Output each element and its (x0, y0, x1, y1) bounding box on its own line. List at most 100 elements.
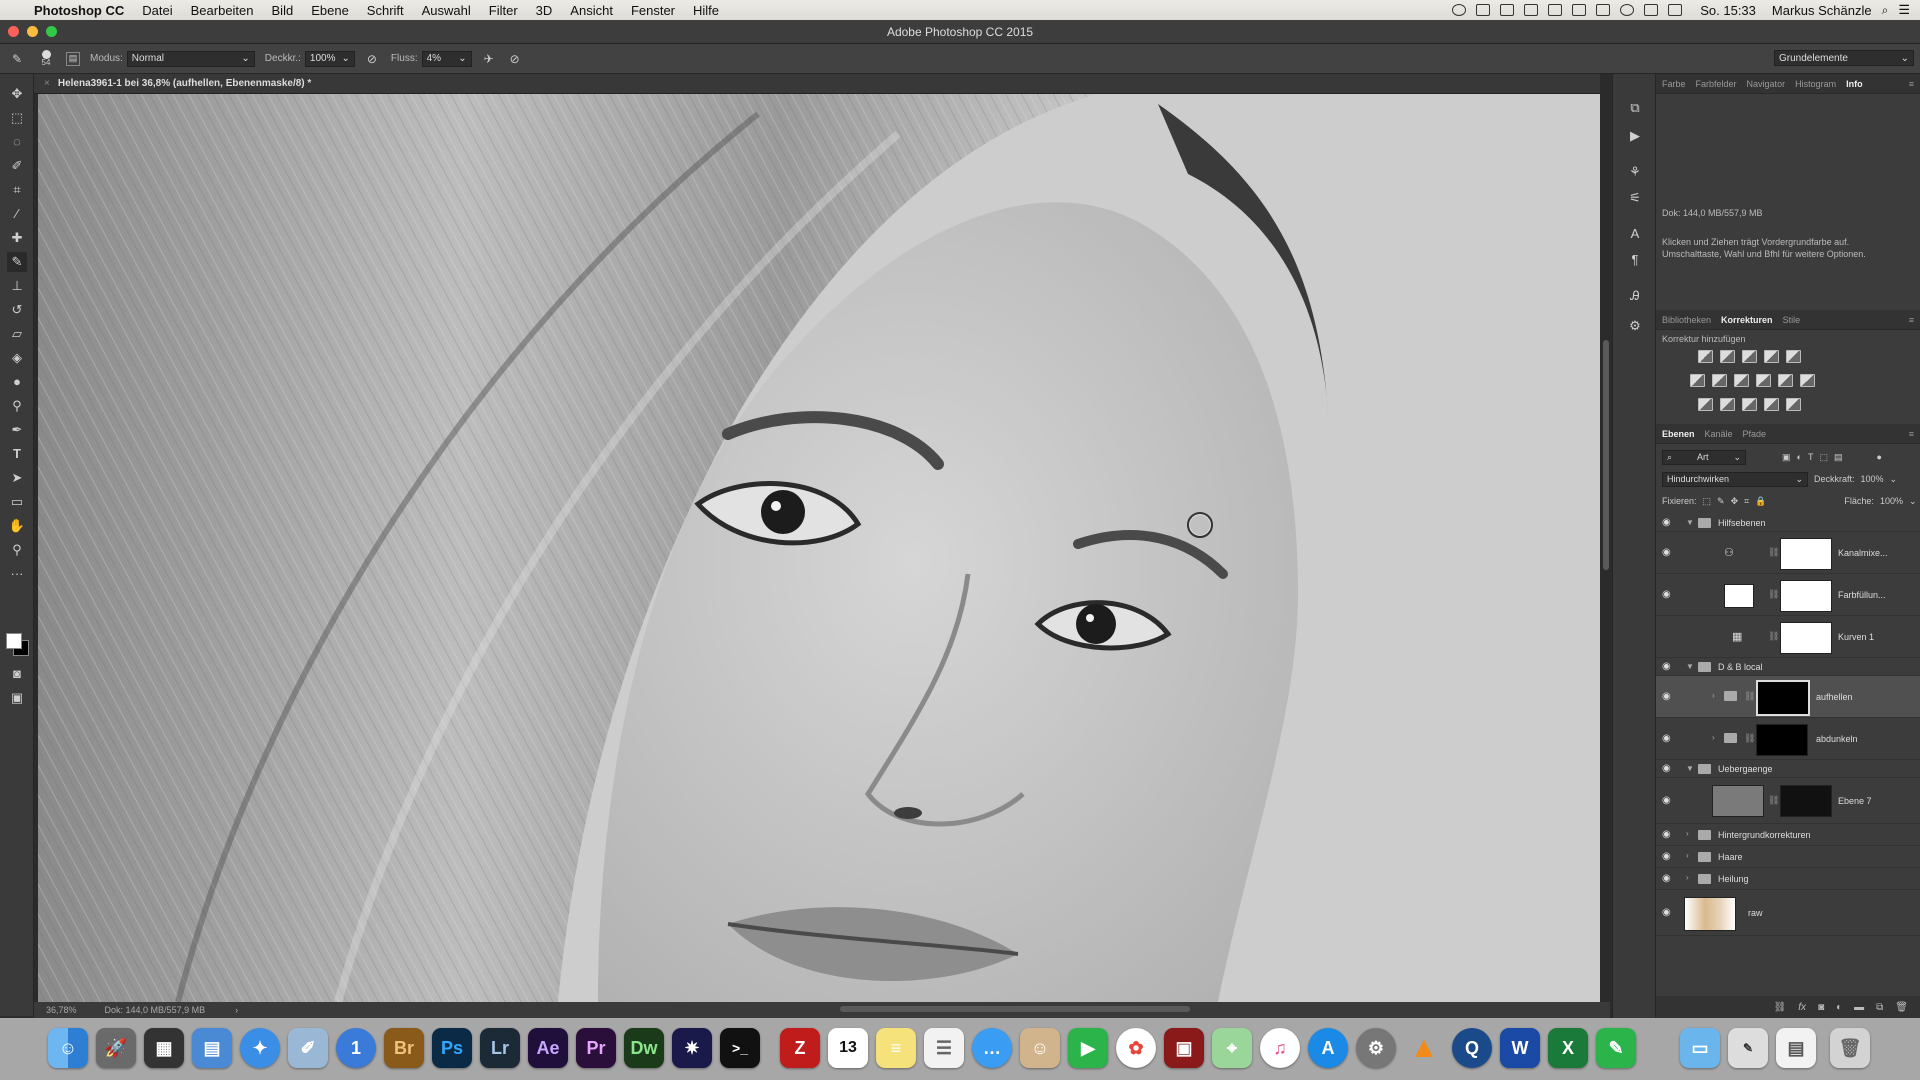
layer-mask-thumbnail[interactable] (1780, 622, 1832, 654)
zoom-level[interactable]: 36,78% (46, 1005, 77, 1015)
tab-ebenen[interactable]: Ebenen (1662, 429, 1695, 439)
layer-row-abdunkeln[interactable]: ◉ › ⛓ abdunkeln (1656, 718, 1920, 760)
link-icon[interactable]: ⛓ (1768, 631, 1779, 642)
notification-center-icon[interactable]: ☰ (1898, 2, 1910, 18)
lock-image-icon[interactable]: ✎ (1717, 496, 1725, 507)
filter-shape-icon[interactable]: ⬚ (1819, 452, 1828, 463)
visibility-eye-icon[interactable]: ◉ (1662, 851, 1671, 862)
evernote-icon[interactable]: ✎ (1596, 1028, 1636, 1068)
color-balance-icon[interactable] (1712, 374, 1727, 387)
safari-icon[interactable]: ✦ (240, 1028, 280, 1068)
brush-panel-icon[interactable]: ▤ (66, 51, 80, 66)
marquee-tool-icon[interactable]: ⬚ (7, 108, 27, 128)
visibility-eye-icon[interactable]: ◉ (1662, 795, 1671, 806)
tab-histogram[interactable]: Histogram (1795, 79, 1836, 89)
document-size[interactable]: Dok: 144,0 MB/557,9 MB (105, 1005, 206, 1015)
dropbox-icon[interactable] (1476, 4, 1491, 16)
contacts-icon[interactable]: ☺ (1020, 1028, 1060, 1068)
messages-icon[interactable]: … (972, 1028, 1012, 1068)
channel-mixer-icon[interactable] (1778, 374, 1793, 387)
facetime-icon[interactable]: ▶ (1068, 1028, 1108, 1068)
layer-opacity-value[interactable]: 100% (1861, 474, 1884, 484)
menu-bearbeiten[interactable]: Bearbeiten (191, 3, 254, 18)
visibility-eye-icon[interactable]: ◉ (1662, 589, 1671, 600)
visibility-eye-icon[interactable]: ◉ (1662, 763, 1671, 774)
notes-icon[interactable]: ≡ (876, 1028, 916, 1068)
type-tool-icon[interactable]: T (7, 444, 27, 464)
more-tools-icon[interactable]: ··· (7, 564, 27, 584)
mode-select[interactable]: Normal ⌄ (126, 50, 255, 67)
photo-filter-icon[interactable] (1756, 374, 1771, 387)
visibility-eye-icon[interactable]: ◉ (1662, 547, 1671, 558)
curves-icon[interactable] (1742, 350, 1757, 363)
photoshop-icon[interactable]: Ps (432, 1028, 472, 1068)
terminal-icon[interactable]: >_ (720, 1028, 760, 1068)
folder-expanded-icon[interactable]: ▼ (1686, 764, 1694, 773)
layer-row-uebergaenge[interactable]: ◉ ▼ Uebergaenge (1656, 760, 1920, 778)
filezilla-icon[interactable]: Z (780, 1028, 820, 1068)
link-icon[interactable]: ⛓ (1768, 795, 1779, 806)
tab-stile[interactable]: Stile (1783, 315, 1801, 325)
workspace-select[interactable]: Grundelemente ⌄ (1774, 50, 1914, 66)
fill-value[interactable]: 100% (1880, 496, 1903, 506)
calendar-icon[interactable]: 13 (828, 1028, 868, 1068)
chevron-right-icon[interactable]: › (235, 1005, 238, 1015)
exposure-icon[interactable] (1764, 350, 1779, 363)
history-brush-tool-icon[interactable]: ↺ (7, 300, 27, 320)
layer-row-hilfsebenen[interactable]: ◉ ▼ Hilfsebenen (1656, 514, 1920, 532)
brush-tool-icon[interactable]: ✎ (8, 50, 26, 68)
canvas[interactable] (38, 94, 1600, 1002)
menu-hilfe[interactable]: Hilfe (693, 3, 719, 18)
crop-tool-icon[interactable]: ⌗ (7, 180, 27, 200)
visibility-eye-icon[interactable]: ◉ (1662, 873, 1671, 884)
photos-icon[interactable]: ✿ (1116, 1028, 1156, 1068)
trash-icon[interactable]: 🗑 (1895, 1002, 1908, 1013)
imovie-icon[interactable]: ✷ (672, 1028, 712, 1068)
new-layer-icon[interactable]: ⧉ (1876, 1002, 1883, 1013)
filter-toggle-icon[interactable]: ● (1876, 452, 1881, 462)
record-icon[interactable] (1452, 4, 1467, 16)
tab-pfade[interactable]: Pfade (1743, 429, 1767, 439)
dodge-tool-icon[interactable]: ⚲ (7, 396, 27, 416)
hand-tool-icon[interactable]: ✋ (7, 516, 27, 536)
glyphs-panel-icon[interactable]: Ꭿ (1625, 286, 1645, 306)
lock-position-icon[interactable]: ✥ (1731, 496, 1739, 507)
color-lookup-icon[interactable] (1800, 374, 1815, 387)
wifi-icon[interactable] (1644, 4, 1659, 16)
launchpad-icon[interactable]: 🚀 (96, 1028, 136, 1068)
brush-preset-picker[interactable]: 54 (34, 50, 58, 68)
move-tool-icon[interactable]: ✥ (7, 84, 27, 104)
system-preferences-icon[interactable]: ⚙ (1356, 1028, 1396, 1068)
close-document-icon[interactable]: × (44, 78, 50, 89)
reminders-icon[interactable]: ☰ (924, 1028, 964, 1068)
app-store-icon[interactable]: A (1308, 1028, 1348, 1068)
airplay-icon[interactable] (1596, 4, 1611, 16)
document-tab[interactable]: × Helena3961-1 bei 36,8% (aufhellen, Ebe… (34, 74, 1600, 94)
levels-icon[interactable] (1720, 350, 1735, 363)
visibility-eye-icon[interactable]: ◉ (1662, 517, 1671, 528)
layer-row-farbfuellung[interactable]: ◉ ⛓ Farbfüllun... (1656, 574, 1920, 616)
layer-thumbnail[interactable] (1712, 785, 1764, 817)
after-effects-icon[interactable]: Ae (528, 1028, 568, 1068)
menu-filter[interactable]: Filter (489, 3, 518, 18)
layer-style-icon[interactable]: fx (1798, 1002, 1806, 1013)
folder-collapsed-icon[interactable]: › (1712, 691, 1715, 700)
folder-collapsed-icon[interactable]: › (1686, 829, 1689, 838)
tab-navigator[interactable]: Navigator (1747, 79, 1786, 89)
vibrance-icon[interactable] (1786, 350, 1801, 363)
layer-mask-thumbnail[interactable] (1756, 680, 1810, 716)
folder-expanded-icon[interactable]: ▼ (1686, 518, 1694, 527)
photo-booth-icon[interactable]: ▣ (1164, 1028, 1204, 1068)
tab-bibliotheken[interactable]: Bibliotheken (1662, 315, 1711, 325)
character-panel-icon[interactable]: A (1625, 224, 1645, 244)
mission-control-icon[interactable]: ▦ (144, 1028, 184, 1068)
paragraph-panel-icon[interactable]: ¶ (1625, 250, 1645, 270)
filter-smart-object-icon[interactable]: ▤ (1834, 452, 1843, 463)
1password-icon[interactable]: 1 (336, 1028, 376, 1068)
menu-ansicht[interactable]: Ansicht (570, 3, 613, 18)
selective-color-icon[interactable] (1764, 398, 1779, 411)
airbrush-icon[interactable]: ✈ (480, 50, 498, 68)
blur-tool-icon[interactable]: ● (7, 372, 27, 392)
foreground-color-swatch[interactable] (6, 633, 22, 649)
layer-row-hintergrundkorrekturen[interactable]: ◉ › Hintergrundkorrekturen (1656, 824, 1920, 846)
